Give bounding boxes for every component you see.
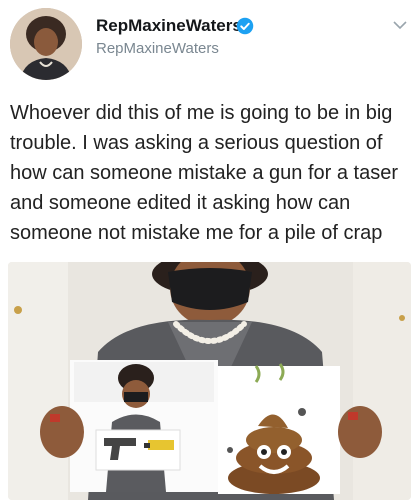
- verified-badge-icon: [236, 17, 254, 35]
- chevron-down-icon[interactable]: [393, 20, 407, 30]
- tweet-text: Whoever did this of me is going to be in…: [10, 102, 398, 244]
- tweet-photo[interactable]: [8, 262, 411, 500]
- profile-avatar[interactable]: [10, 8, 82, 80]
- handle[interactable]: RepMaxineWaters: [96, 40, 219, 57]
- display-name[interactable]: RepMaxineWaters: [96, 16, 242, 36]
- tweet-header: RepMaxineWaters RepMaxineWaters: [0, 0, 419, 90]
